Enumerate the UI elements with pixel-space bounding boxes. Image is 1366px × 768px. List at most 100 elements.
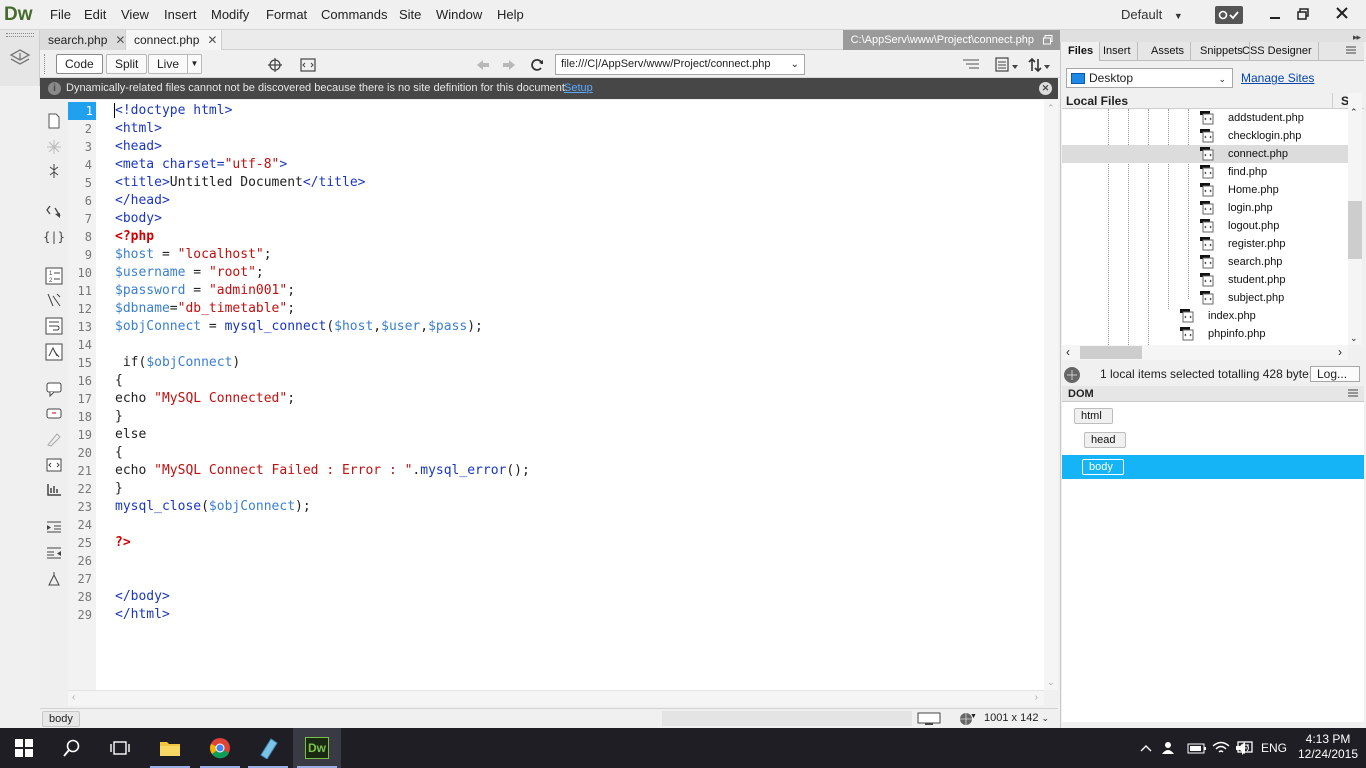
- tab-connect-php[interactable]: connect.php ✕: [126, 30, 222, 50]
- chevron-down-icon[interactable]: ▼: [187, 55, 201, 73]
- menu-window[interactable]: Window: [436, 6, 482, 24]
- dom-node-body[interactable]: body: [1082, 459, 1124, 475]
- people-icon[interactable]: [1160, 738, 1182, 758]
- live-view-button[interactable]: Live ▼: [148, 54, 202, 74]
- code-line[interactable]: <meta charset="utf-8">: [115, 156, 287, 174]
- setup-link[interactable]: Setup: [564, 78, 593, 99]
- file-tree-item[interactable]: Home.php: [1200, 181, 1348, 199]
- code-line[interactable]: {: [115, 372, 123, 390]
- menu-help[interactable]: Help: [497, 6, 524, 24]
- tab-files[interactable]: Files: [1062, 42, 1101, 61]
- code-line[interactable]: ?>: [115, 534, 131, 552]
- menu-format[interactable]: Format: [266, 6, 307, 24]
- menu-file[interactable]: File: [50, 6, 71, 24]
- file-tree-item[interactable]: register.php: [1200, 235, 1348, 253]
- move-css-icon[interactable]: [44, 480, 64, 498]
- show-code-navigator-icon[interactable]: [44, 138, 64, 156]
- code-line[interactable]: }: [115, 480, 123, 498]
- tab-css-designer[interactable]: CSS Designer: [1236, 42, 1319, 61]
- scrollbar-thumb[interactable]: [1348, 201, 1362, 259]
- inspect-icon[interactable]: [299, 56, 317, 74]
- menu-site[interactable]: Site: [399, 6, 421, 24]
- menu-edit[interactable]: Edit: [84, 6, 106, 24]
- manage-sites-link[interactable]: Manage Sites: [1241, 71, 1314, 85]
- sort-icon[interactable]: [1026, 56, 1052, 74]
- wifi-icon[interactable]: [1211, 738, 1231, 758]
- editor-vertical-scrollbar[interactable]: ⌃ ⌄: [1044, 100, 1058, 690]
- split-view-button[interactable]: Split: [106, 54, 148, 74]
- code-line[interactable]: <title>Untitled Document</title>: [115, 174, 365, 192]
- file-tree-item[interactable]: index.php: [1180, 307, 1348, 325]
- dom-node-html[interactable]: html: [1074, 408, 1113, 424]
- code-line[interactable]: $host = "localhost";: [115, 246, 272, 264]
- file-tree-vertical-scrollbar[interactable]: ⌃ ⌄: [1348, 93, 1362, 345]
- connection-status-icon[interactable]: [1064, 367, 1080, 383]
- menu-modify[interactable]: Modify: [211, 6, 249, 24]
- device-preview-icon[interactable]: [916, 711, 942, 727]
- editor-horizontal-scrollbar[interactable]: ‹ ›: [68, 690, 1044, 706]
- minimize-icon[interactable]: [1262, 4, 1288, 24]
- file-tree-horizontal-scrollbar[interactable]: ‹ ›: [1062, 345, 1348, 360]
- site-select[interactable]: Desktop ⌄: [1066, 68, 1233, 88]
- code-line[interactable]: <?php: [115, 228, 154, 246]
- file-tree-item[interactable]: search.php: [1200, 253, 1348, 271]
- panel-menu-icon[interactable]: [1348, 389, 1358, 399]
- menu-insert[interactable]: Insert: [164, 6, 197, 24]
- code-line[interactable]: <!doctype html>: [115, 102, 232, 120]
- size-column-header[interactable]: S: [1332, 93, 1349, 109]
- file-tree-item[interactable]: find.php: [1200, 163, 1348, 181]
- file-explorer-icon[interactable]: [146, 728, 194, 768]
- remove-comment-icon[interactable]: [44, 406, 64, 424]
- dom-node-head[interactable]: head: [1084, 432, 1127, 448]
- tab-search-php[interactable]: search.php ✕: [40, 30, 126, 50]
- notepad-icon[interactable]: [244, 728, 292, 768]
- scroll-up-icon[interactable]: ⌃: [1350, 107, 1360, 117]
- file-tree-item[interactable]: student.php: [1200, 271, 1348, 289]
- close-info-bar-icon[interactable]: ✕: [1039, 82, 1052, 95]
- workspace-switcher[interactable]: Default ▼: [1121, 6, 1183, 25]
- code-line[interactable]: $objConnect = mysql_connect($host,$user,…: [115, 318, 483, 336]
- target-icon[interactable]: [266, 56, 284, 74]
- code-line[interactable]: $password = "admin001";: [115, 282, 295, 300]
- format-source-code-icon[interactable]: [44, 570, 64, 588]
- window-size[interactable]: 1001 x 142 ⌄: [984, 712, 1049, 724]
- address-bar[interactable]: file:///C|/AppServ/www/Project/connect.p…: [555, 54, 805, 75]
- wrap-tag-icon[interactable]: [44, 430, 64, 448]
- file-tree-item[interactable]: addstudent.php: [1200, 109, 1348, 127]
- layers-icon[interactable]: [6, 44, 34, 72]
- syntax-coloring-icon[interactable]: [44, 342, 64, 362]
- tab-assets[interactable]: Assets: [1145, 42, 1192, 61]
- scroll-left-icon[interactable]: ‹: [1066, 345, 1070, 359]
- file-tree-item[interactable]: logout.php: [1200, 217, 1348, 235]
- chrome-icon[interactable]: [196, 728, 244, 768]
- sync-settings-icon[interactable]: [1215, 6, 1243, 24]
- open-documents-icon[interactable]: [44, 112, 64, 130]
- language-indicator[interactable]: ENG: [1261, 740, 1287, 756]
- dreamweaver-taskbar-icon[interactable]: Dw: [293, 728, 341, 768]
- code-line[interactable]: }: [115, 408, 123, 426]
- word-wrap-icon[interactable]: [44, 316, 64, 336]
- code-view-button[interactable]: Code: [56, 54, 103, 74]
- code-line[interactable]: $username = "root";: [115, 264, 264, 282]
- refresh-icon[interactable]: [527, 55, 547, 75]
- panel-menu-icon[interactable]: [1346, 46, 1356, 56]
- file-tree-item[interactable]: login.php: [1200, 199, 1348, 217]
- file-tree-item[interactable]: subject.php: [1200, 289, 1348, 307]
- tag-selector-body[interactable]: body: [42, 711, 80, 727]
- scroll-right-icon[interactable]: ›: [1035, 692, 1038, 703]
- menu-view[interactable]: View: [121, 6, 149, 24]
- scroll-down-icon[interactable]: ⌄: [1350, 333, 1360, 343]
- indent-code-icon[interactable]: [44, 518, 64, 536]
- code-line[interactable]: echo "MySQL Connected";: [115, 390, 295, 408]
- clock[interactable]: 4:13 PM 12/24/2015: [1296, 732, 1360, 762]
- select-parent-tag-icon[interactable]: [44, 202, 64, 220]
- scroll-up-icon[interactable]: ⌃: [1047, 103, 1055, 114]
- balance-braces-icon[interactable]: {|}: [43, 228, 65, 246]
- restore-document-icon[interactable]: [1042, 34, 1054, 46]
- back-arrow-icon[interactable]: [474, 56, 492, 74]
- log-button[interactable]: Log...: [1310, 366, 1360, 382]
- code-line[interactable]: $dbname="db_timetable";: [115, 300, 295, 318]
- collapse-tag-icon[interactable]: [44, 162, 64, 180]
- code-line[interactable]: <body>: [115, 210, 162, 228]
- recent-snippets-icon[interactable]: [44, 456, 64, 474]
